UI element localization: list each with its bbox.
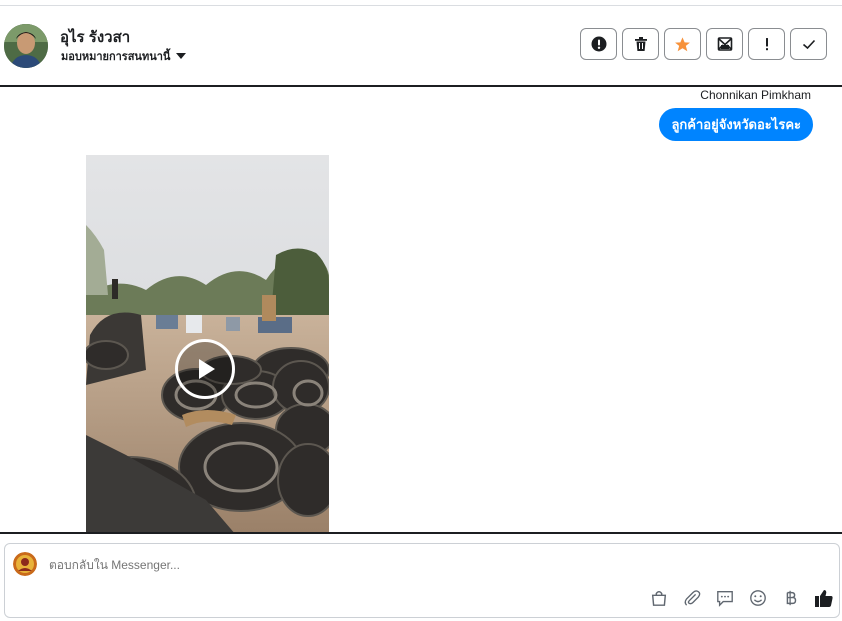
composer-tools — [649, 588, 834, 608]
chevron-down-icon — [176, 53, 187, 59]
payment-button[interactable] — [781, 588, 801, 608]
mark-done-button[interactable] — [790, 28, 827, 60]
trash-icon — [634, 37, 647, 51]
assign-label: มอบหมายการสนทนานี้ — [61, 51, 171, 63]
conversation-header: อุไร รังวสา มอบหมายการสนทนานี้ — [0, 6, 842, 84]
page-avatar — [13, 552, 37, 576]
assign-conversation-dropdown[interactable]: มอบหมายการสนทนานี้ — [61, 47, 187, 65]
sender-name: Chonnikan Pimkham — [700, 88, 811, 102]
spam-button[interactable] — [580, 28, 617, 60]
play-button[interactable] — [175, 339, 235, 399]
play-icon — [199, 359, 215, 379]
contact-name[interactable]: อุไร รังวสา — [60, 25, 130, 49]
saved-replies-button[interactable] — [715, 588, 735, 608]
thumbs-up-icon — [815, 590, 833, 607]
emoji-button[interactable] — [748, 588, 768, 608]
emoji-icon — [750, 590, 766, 606]
composer-divider — [0, 532, 842, 534]
check-icon — [802, 39, 815, 50]
star-button[interactable] — [664, 28, 701, 60]
baht-icon — [786, 590, 797, 606]
mark-unread-button[interactable] — [706, 28, 743, 60]
attach-button[interactable] — [682, 588, 702, 608]
star-icon — [675, 36, 690, 51]
conversation-actions — [580, 28, 827, 60]
shopping-bag-icon — [651, 590, 667, 606]
message-bubble[interactable]: ลูกค้าอยู่จังหวัดอะไรคะ — [659, 108, 813, 141]
message-composer — [4, 543, 840, 618]
important-icon — [765, 38, 768, 51]
video-attachment[interactable] — [86, 155, 329, 532]
shopping-bag-button[interactable] — [649, 588, 669, 608]
like-button[interactable] — [814, 588, 834, 608]
mark-unread-icon — [717, 37, 732, 51]
important-button[interactable] — [748, 28, 785, 60]
message-thread[interactable]: Chonnikan Pimkham ลูกค้าอยู่จังหวัดอะไรค… — [0, 87, 842, 532]
reply-input[interactable] — [49, 558, 449, 572]
chat-bubble-icon — [717, 591, 733, 607]
spam-icon — [591, 36, 606, 52]
paperclip-icon — [684, 590, 701, 606]
contact-avatar[interactable] — [4, 24, 48, 68]
delete-button[interactable] — [622, 28, 659, 60]
